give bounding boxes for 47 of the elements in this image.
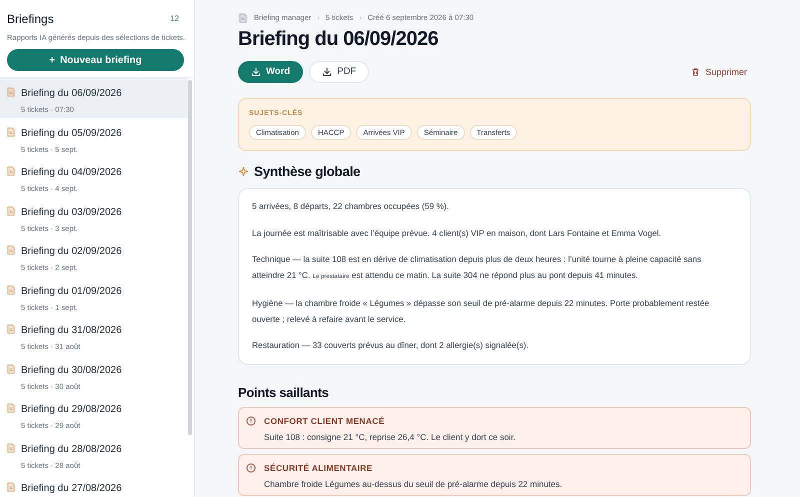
briefing-title: Briefing du 29/08/2026: [21, 403, 122, 418]
document-icon: [6, 324, 16, 334]
document-icon: [6, 87, 16, 98]
document-icon: [6, 403, 16, 414]
download-icon: [251, 67, 261, 78]
download-icon: [322, 67, 332, 78]
briefing-title: Briefing du 06/09/2026: [21, 87, 122, 102]
briefing-title: Briefing du 04/09/2026: [21, 166, 122, 180]
briefing-title: Briefing du 28/08/2026: [21, 442, 122, 457]
document-icon: [6, 126, 16, 137]
briefing-title: Briefing du 30/08/2026: [21, 364, 122, 378]
summary-paragraph: Hygiène — la chambre froide « Légumes » dépasse son seuil de pré-alarme depuis 22 minutes. Porte probablement restée ouverte ; relevé à refaire avant le service.: [252, 297, 710, 326]
briefing-title: Briefing du 05/09/2026: [21, 126, 122, 141]
briefing-title: Briefing du 01/09/2026: [21, 284, 122, 299]
scrollbar[interactable]: [188, 80, 192, 436]
download-button[interactable]: PDF: [309, 61, 370, 84]
alert-icon: [246, 416, 256, 426]
download-button[interactable]: Word: [238, 61, 304, 84]
alert-text: Chambre froide Légumes au-dessus du seuil de pré-alarme depuis 22 minutes.: [264, 478, 562, 490]
briefing-title: Briefing du 31/08/2026: [21, 324, 122, 338]
document-icon: [6, 166, 16, 176]
document-icon: [6, 442, 16, 453]
delete-button[interactable]: Supprimer: [691, 66, 747, 79]
alert-text: Suite 108 : consigne 21 °C, reprise 26,4 °C. Le client y dort ce soir.: [264, 430, 516, 444]
sparkle-icon: [238, 166, 249, 178]
document-icon: [6, 245, 16, 256]
summary-paragraph: Restauration — 33 couverts prévus au dîner, dont 2 allergie(s) signalée(s).: [252, 339, 530, 352]
briefing-title: Briefing du 03/09/2026: [21, 206, 122, 220]
page-title: Briefing du 06/09/2026: [238, 27, 440, 52]
alert-title: CONFORT CLIENT MENACÉ: [264, 415, 386, 428]
briefing-title: Briefing du 27/08/2026: [21, 482, 122, 496]
new-briefing-button[interactable]: + Nouveau briefing: [7, 49, 184, 72]
summary-paragraph: La journée est maîtrisable avec l’équipe prévue. 4 client(s) VIP en maison, dont Lars Fontaine et Emma Vogel.: [252, 226, 662, 240]
briefing-title: Briefing du 02/09/2026: [21, 245, 122, 260]
alert-icon: [246, 463, 256, 473]
document-icon: [6, 206, 16, 216]
briefing-count: 12: [170, 13, 179, 25]
sidebar-title: Briefings: [7, 11, 54, 28]
section-title: Synthèse globale: [254, 162, 360, 181]
summary-paragraph: 5 arrivées, 8 départs, 22 chambres occupées (59 %).: [252, 200, 450, 213]
document-icon: [238, 12, 248, 23]
document-icon: [6, 284, 16, 295]
alert-title: SÉCURITÉ ALIMENTAIRE: [264, 462, 374, 475]
section-title: Points saillants: [238, 384, 330, 402]
document-icon: [6, 482, 16, 492]
trash-icon: [691, 67, 700, 78]
document-icon: [6, 364, 16, 374]
